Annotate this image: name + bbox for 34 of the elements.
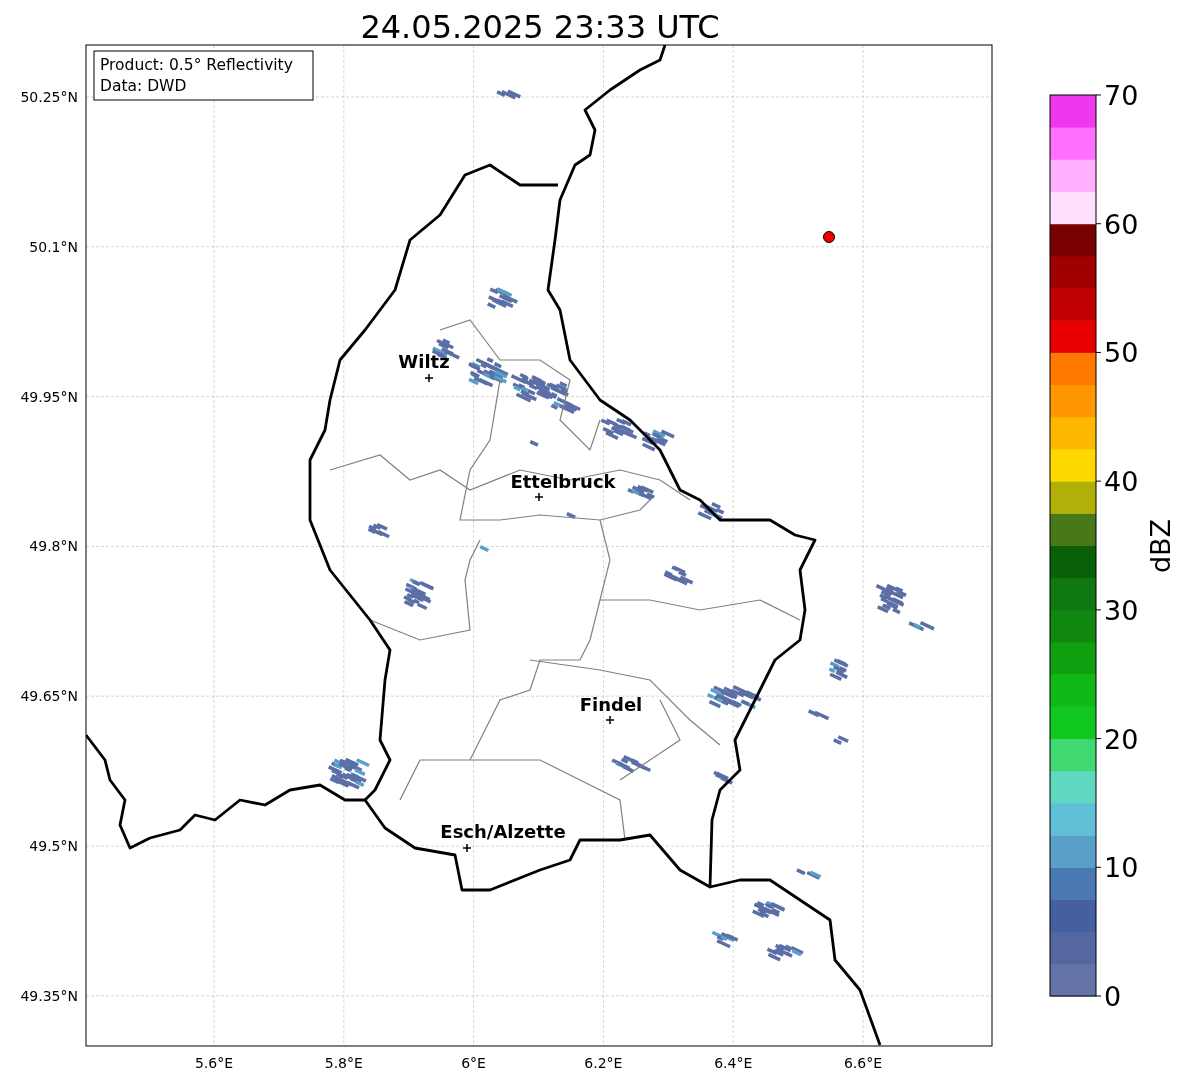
- latitude-tick-label: 50.25°N: [20, 89, 78, 105]
- place-marker: [462, 843, 472, 853]
- longitude-tick-label: 6.2°E: [584, 1055, 623, 1071]
- colorbar-tick-label: 20: [1104, 723, 1139, 755]
- place-label: Wiltz: [398, 351, 450, 372]
- radar-site-marker: [823, 231, 835, 243]
- latitude-tick-label: 49.95°N: [20, 388, 78, 405]
- colorbar-tick-label: 0: [1104, 981, 1122, 1012]
- latitude-tick-label: 49.65°N: [20, 688, 78, 705]
- colorbar-tick-label: 70: [1104, 80, 1139, 111]
- colorbar-tick-label: 50: [1104, 337, 1139, 369]
- colorbar-title: dBZ: [1145, 518, 1176, 574]
- colorbar-tick-label: 40: [1104, 466, 1139, 498]
- place-marker: [534, 492, 544, 502]
- longitude-tick-label: 6°E: [461, 1055, 486, 1071]
- legend-text: Data: DWD: [100, 77, 187, 95]
- latitude-tick-label: 49.5°N: [29, 838, 78, 854]
- colorbar-tick-label: 60: [1104, 208, 1139, 240]
- colorbar-tick-label: 30: [1104, 594, 1139, 626]
- longitude-tick-label: 6.4°E: [714, 1055, 753, 1071]
- place-label: Findel: [579, 694, 643, 715]
- latitude-tick-label: 49.8°N: [29, 538, 78, 555]
- legend-text: Product: 0.5° Reflectivity: [100, 56, 293, 74]
- place-marker: [605, 715, 615, 725]
- longitude-tick-label: 5.6°E: [194, 1055, 234, 1071]
- longitude-tick-label: 5.8°E: [324, 1055, 363, 1071]
- place-label: Ettelbruck: [510, 471, 616, 492]
- chart-title: 24.05.2025 23:33 UTC: [360, 8, 720, 46]
- latitude-tick-label: 50.1°N: [29, 238, 78, 255]
- latitude-tick-label: 49.35°N: [20, 987, 78, 1004]
- longitude-tick-label: 6.6°E: [843, 1055, 883, 1071]
- colorbar-tick-label: 10: [1104, 852, 1139, 884]
- place-label: Esch/Alzette: [440, 821, 566, 842]
- place-marker: [424, 373, 434, 383]
